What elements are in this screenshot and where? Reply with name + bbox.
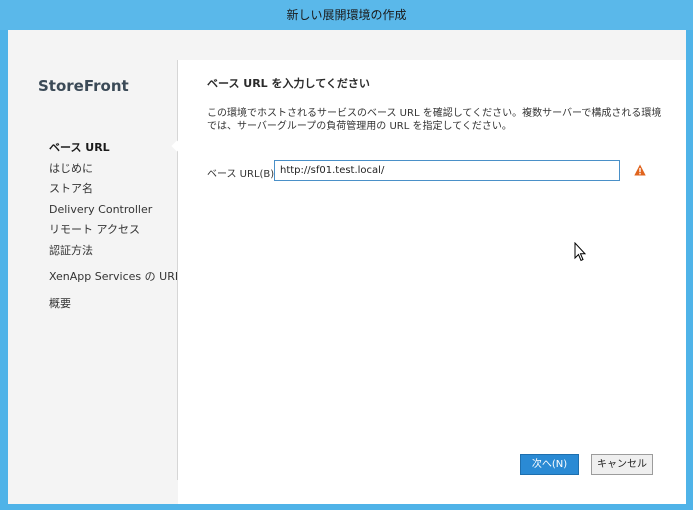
- step-base-url[interactable]: ベース URL: [49, 138, 181, 159]
- wizard-steps-nav: ベース URL はじめに ストア名 Delivery Controller リモ…: [49, 138, 181, 314]
- wizard-window: 新しい展開環境の作成 StoreFront ベース URL はじめに ストア名 …: [0, 0, 693, 510]
- wizard-body: StoreFront ベース URL はじめに ストア名 Delivery Co…: [8, 30, 686, 504]
- wizard-content: ベース URL を入力してください この環境でホストされるサービスのベース UR…: [178, 60, 686, 504]
- next-button[interactable]: 次へ(N): [520, 454, 579, 475]
- base-url-label: ベース URL(B):: [207, 169, 278, 180]
- mouse-cursor-icon: [574, 242, 586, 262]
- warning-icon: [634, 164, 646, 176]
- wizard-sidebar: StoreFront ベース URL はじめに ストア名 Delivery Co…: [8, 30, 181, 504]
- step-summary[interactable]: 概要: [49, 294, 181, 315]
- step-introduction[interactable]: はじめに: [49, 159, 181, 180]
- title-bar: 新しい展開環境の作成: [0, 0, 693, 30]
- product-title: StoreFront: [38, 77, 129, 95]
- step-delivery-controller[interactable]: Delivery Controller: [49, 200, 181, 221]
- page-heading: ベース URL を入力してください: [207, 77, 370, 90]
- step-store-name[interactable]: ストア名: [49, 179, 181, 200]
- base-url-input[interactable]: [274, 160, 620, 181]
- step-remote-access[interactable]: リモート アクセス: [49, 220, 181, 241]
- step-authentication-methods[interactable]: 認証方法: [49, 241, 181, 262]
- window-title: 新しい展開環境の作成: [286, 8, 407, 22]
- cancel-button[interactable]: キャンセル: [591, 454, 653, 475]
- step-xenapp-services-url[interactable]: XenApp Services の URL: [49, 267, 181, 288]
- sidebar-divider: [177, 60, 178, 480]
- page-description: この環境でホストされるサービスのベース URL を確認してください。複数サーバー…: [207, 108, 662, 132]
